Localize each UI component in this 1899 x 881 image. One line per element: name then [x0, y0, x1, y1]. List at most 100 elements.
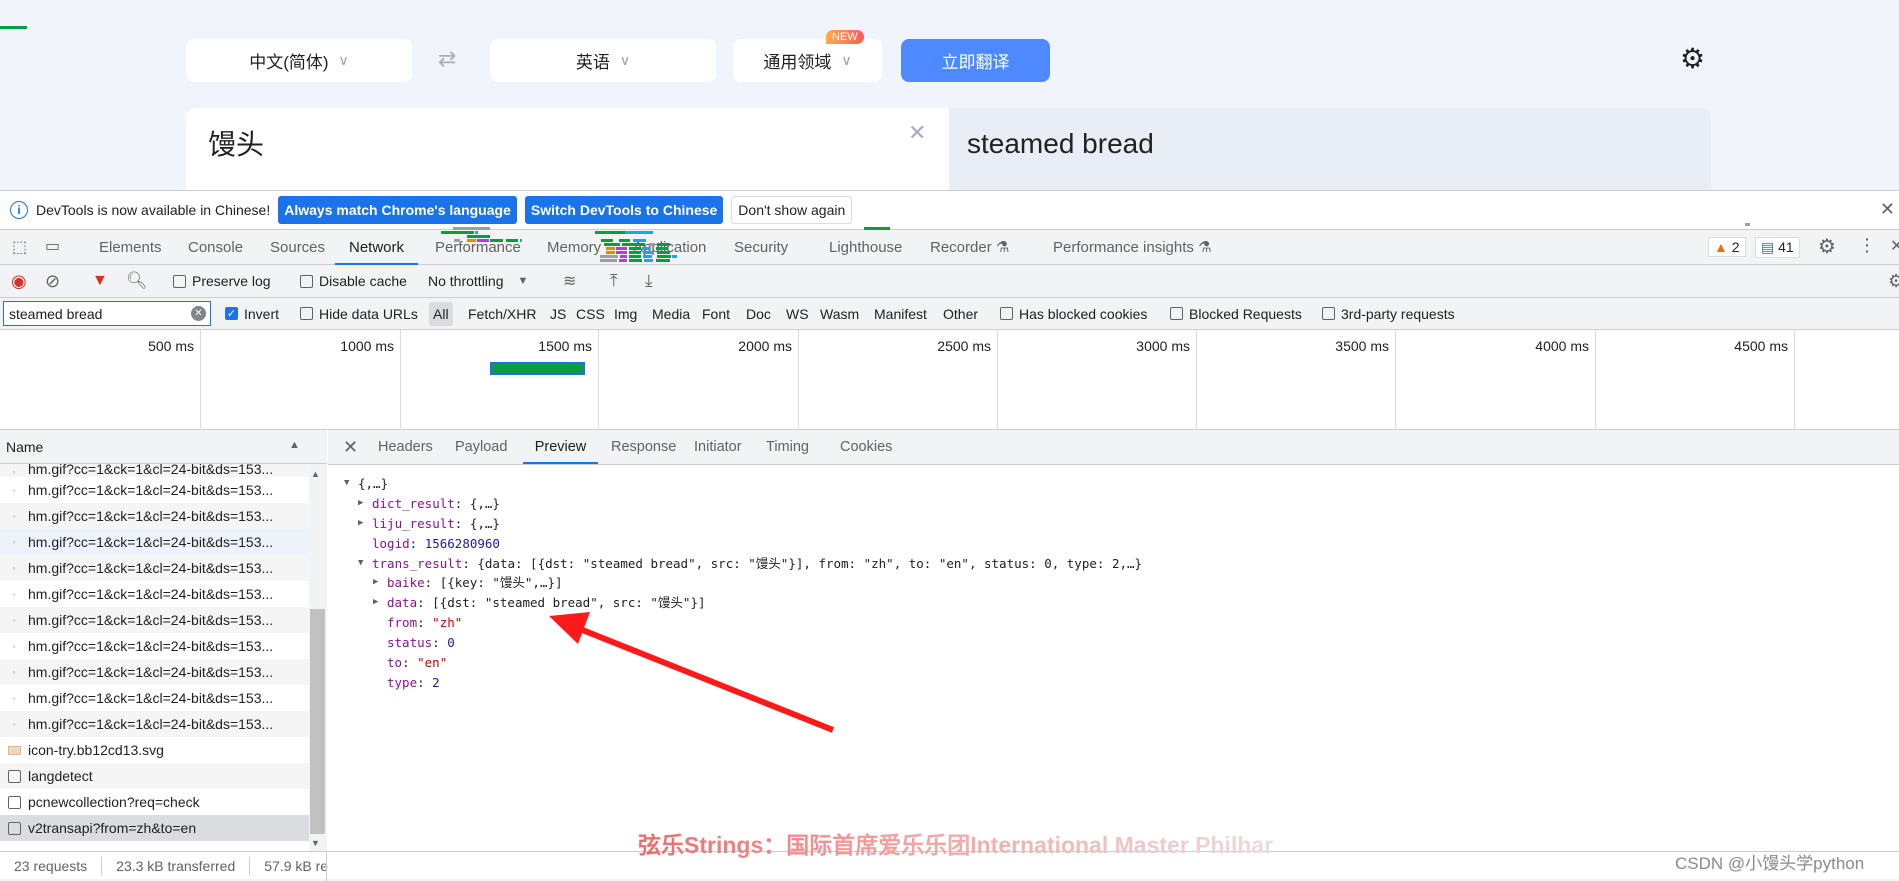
filter-type-js[interactable]: JS [550, 298, 566, 329]
filter-type-wasm[interactable]: Wasm [820, 298, 859, 329]
source-language-select[interactable]: 中文(简体) ∨ [186, 39, 412, 82]
record-stop-icon[interactable]: ◉ [11, 265, 27, 297]
hide-data-urls-checkbox[interactable]: Hide data URLs [300, 298, 418, 329]
filter-type-manifest[interactable]: Manifest [874, 298, 927, 329]
tab-recorder[interactable]: Recorder ⚗ [930, 230, 1009, 265]
request-row[interactable]: v2transapi?from=zh&to=en [0, 815, 309, 841]
filter-type-font[interactable]: Font [702, 298, 730, 329]
messages-badge[interactable]: ▤ 41 [1755, 237, 1800, 258]
tab-headers[interactable]: Headers [378, 430, 433, 464]
tab-elements[interactable]: Elements [99, 230, 162, 265]
network-settings-icon[interactable]: ⚙ [1888, 265, 1899, 297]
collapse-triangle-icon[interactable]: ▼ [358, 554, 363, 574]
translate-button[interactable]: 立即翻译 [901, 39, 1050, 82]
request-row[interactable]: ▫ hm.gif?cc=1&ck=1&cl=24-bit&ds=153... [0, 464, 309, 477]
tab-timing[interactable]: Timing [766, 430, 809, 464]
tab-initiator[interactable]: Initiator [694, 430, 742, 464]
domain-select[interactable]: 通用领域 ∨ [733, 39, 882, 82]
filter-type-css[interactable]: CSS [576, 298, 605, 329]
request-row[interactable]: icon-try.bb12cd13.svg [0, 737, 309, 763]
timeline-selected-request[interactable] [490, 362, 585, 375]
request-row[interactable]: ▫ hm.gif?cc=1&ck=1&cl=24-bit&ds=153... [0, 503, 309, 529]
network-conditions-icon[interactable]: ≋ [563, 265, 576, 297]
scroll-up-icon[interactable]: ▲ [311, 469, 320, 479]
invert-checkbox[interactable]: ✓ Invert [225, 298, 279, 329]
scroll-down-icon[interactable]: ▼ [311, 838, 320, 848]
request-row[interactable]: pcnewcollection?req=check [0, 789, 309, 815]
network-overview-timeline[interactable]: 500 ms 1000 ms 1500 ms 2000 ms 2500 ms 3000 m… [0, 26, 1899, 430]
json-line[interactable]: ▶ baike: [{key: "馒头",…}] [340, 573, 1142, 593]
json-line[interactable]: ▶ liju_result: {,…} [340, 514, 1142, 534]
search-icon[interactable]: 🔍︎ [126, 265, 148, 297]
scrollbar-track[interactable]: ▲ ▼ [309, 464, 327, 851]
export-har-icon[interactable]: ⤓ [645, 265, 653, 297]
json-line[interactable]: ▼ {,…} [340, 474, 1142, 494]
scrollbar-thumb[interactable] [310, 609, 325, 834]
target-language-select[interactable]: 英语 ∨ [490, 39, 716, 82]
expand-triangle-icon[interactable]: ▶ [373, 593, 378, 613]
close-devtools-icon[interactable]: ✕ [1890, 236, 1899, 256]
tab-lighthouse[interactable]: Lighthouse [829, 230, 902, 265]
request-row[interactable]: ▫ hm.gif?cc=1&ck=1&cl=24-bit&ds=153... [0, 477, 309, 503]
tab-preview[interactable]: Preview [523, 430, 598, 464]
more-options-icon[interactable]: ⋮ [1858, 235, 1876, 256]
request-row[interactable]: ▫ hm.gif?cc=1&ck=1&cl=24-bit&ds=153... [0, 633, 309, 659]
name-column-header[interactable]: Name ▲ [0, 430, 327, 464]
disable-cache-checkbox[interactable]: Disable cache [300, 265, 407, 297]
import-har-icon[interactable]: ⤒ [610, 265, 618, 297]
third-party-requests-checkbox[interactable]: 3rd-party requests [1322, 298, 1455, 329]
filter-type-img[interactable]: Img [614, 298, 637, 329]
filter-icon[interactable]: ▼ [92, 265, 108, 297]
request-row[interactable]: ▫ hm.gif?cc=1&ck=1&cl=24-bit&ds=153... [0, 529, 309, 555]
close-detail-icon[interactable]: ✕ [343, 430, 358, 464]
has-blocked-cookies-checkbox[interactable]: Has blocked cookies [1000, 298, 1147, 329]
tab-sources[interactable]: Sources [270, 230, 325, 265]
switch-to-chinese-button[interactable]: Switch DevTools to Chinese [524, 196, 724, 224]
settings-gear-icon[interactable]: ⚙ [1680, 42, 1705, 75]
json-line[interactable]: ▼ trans_result: {data: [{dst: "steamed br… [340, 554, 1142, 574]
json-line[interactable]: ▶ dict_result: {,…} [340, 494, 1142, 514]
dont-show-again-button[interactable]: Don't show again [731, 196, 853, 224]
tab-console[interactable]: Console [188, 230, 243, 265]
swap-languages-icon[interactable]: ⇄ [438, 46, 456, 72]
json-line[interactable]: ▶ data: [{dst: "steamed bread", src: "馒头"… [340, 593, 1142, 613]
match-language-button[interactable]: Always match Chrome's language [278, 196, 517, 224]
request-row[interactable]: langdetect [0, 763, 309, 789]
request-row[interactable]: ▫ hm.gif?cc=1&ck=1&cl=24-bit&ds=153... [0, 659, 309, 685]
expand-triangle-icon[interactable]: ▶ [358, 514, 363, 534]
filter-type-fetch-xhr[interactable]: Fetch/XHR [468, 298, 536, 329]
tab-cookies[interactable]: Cookies [840, 430, 892, 464]
warnings-badge[interactable]: ▲ 2 [1708, 237, 1746, 257]
close-infobar-icon[interactable]: ✕ [1880, 199, 1895, 220]
device-toolbar-icon[interactable]: ▭ [45, 236, 60, 256]
blocked-requests-checkbox[interactable]: Blocked Requests [1170, 298, 1302, 329]
filter-type-doc[interactable]: Doc [746, 298, 771, 329]
settings-icon[interactable]: ⚙ [1818, 234, 1836, 259]
request-row[interactable]: ▫ hm.gif?cc=1&ck=1&cl=24-bit&ds=153... [0, 685, 309, 711]
clear-icon[interactable]: ✕ [908, 120, 926, 146]
tab-response[interactable]: Response [611, 430, 676, 464]
collapse-triangle-icon[interactable]: ▼ [344, 474, 349, 494]
clear-log-icon[interactable]: ⊘ [45, 265, 60, 297]
filter-type-other[interactable]: Other [943, 298, 978, 329]
expand-triangle-icon[interactable]: ▶ [358, 494, 363, 514]
tab-performance-insights[interactable]: Performance insights ⚗ [1053, 230, 1212, 265]
source-text-input[interactable]: 馒头 ✕ [186, 108, 949, 190]
tab-payload[interactable]: Payload [455, 430, 507, 464]
tab-security[interactable]: Security [734, 230, 788, 265]
filter-type-ws[interactable]: WS [786, 298, 809, 329]
tab-network[interactable]: Network [335, 230, 419, 265]
filter-input[interactable]: steamed bread ✕ [3, 301, 211, 326]
request-row[interactable]: ▫ hm.gif?cc=1&ck=1&cl=24-bit&ds=153... [0, 581, 309, 607]
throttling-select[interactable]: No throttling ▼ [428, 265, 528, 297]
expand-triangle-icon[interactable]: ▶ [373, 573, 378, 593]
request-row[interactable]: ▫ hm.gif?cc=1&ck=1&cl=24-bit&ds=153... [0, 607, 309, 633]
request-row[interactable]: ▫ hm.gif?cc=1&ck=1&cl=24-bit&ds=153... [0, 555, 309, 581]
inspect-element-icon[interactable]: ⬚ [12, 237, 27, 257]
preserve-log-checkbox[interactable]: Preserve log [173, 265, 271, 297]
request-row[interactable]: ▫ hm.gif?cc=1&ck=1&cl=24-bit&ds=153... [0, 711, 309, 737]
tab-memory[interactable]: Memory [547, 230, 601, 265]
filter-type-media[interactable]: Media [652, 298, 690, 329]
filter-type-all[interactable]: All [429, 302, 453, 326]
clear-filter-icon[interactable]: ✕ [191, 306, 206, 321]
